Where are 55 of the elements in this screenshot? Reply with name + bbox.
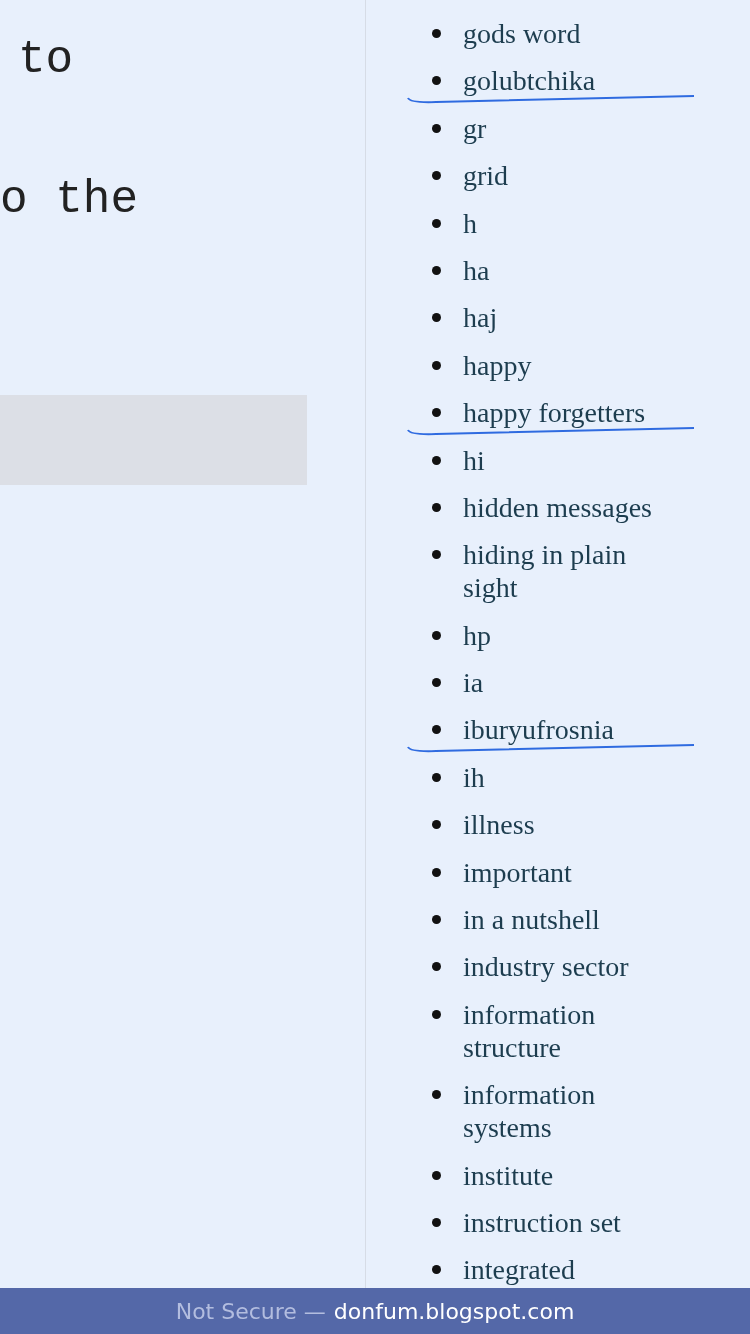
bullet-icon xyxy=(432,1170,441,1180)
bullet-icon xyxy=(432,1009,441,1019)
bullet-icon xyxy=(432,1218,441,1227)
bullet-icon xyxy=(432,725,441,735)
bullet-icon xyxy=(432,360,441,370)
label-link[interactable]: important xyxy=(463,855,572,889)
label-link[interactable]: grid xyxy=(463,159,509,193)
bullet-icon xyxy=(432,962,441,972)
bullet-icon xyxy=(432,76,441,86)
bullet-icon xyxy=(432,502,441,512)
label-link[interactable]: institute xyxy=(463,1158,554,1192)
label-link[interactable]: hp xyxy=(463,618,491,652)
bullet-icon xyxy=(432,408,441,418)
bullet-icon xyxy=(432,678,441,688)
label-link[interactable]: hi xyxy=(463,443,485,477)
label-link[interactable]: ia xyxy=(463,666,484,700)
bullet-icon xyxy=(432,29,441,38)
label-link[interactable]: haj xyxy=(463,301,498,335)
label-link[interactable]: happy xyxy=(463,348,532,382)
label-link[interactable]: industry sector xyxy=(463,950,629,984)
label-link[interactable]: h xyxy=(463,206,477,240)
bullet-icon xyxy=(432,313,441,323)
label-link[interactable]: in a nutshell xyxy=(463,903,600,937)
label-link[interactable]: hiding in plain sight xyxy=(463,538,670,605)
bullet-icon xyxy=(432,867,441,877)
bullet-icon xyxy=(432,123,441,133)
label-link[interactable]: golubtchika xyxy=(463,64,596,98)
domain-text: donfum.blogspot.com xyxy=(333,1298,575,1324)
label-link[interactable]: happy forgetters xyxy=(463,396,646,430)
label-link[interactable]: iburyufrosnia xyxy=(463,713,614,747)
label-link[interactable]: hidden messages xyxy=(463,490,652,524)
label-link[interactable]: information structure xyxy=(463,997,670,1064)
label-link[interactable]: information systems xyxy=(463,1078,670,1145)
label-link[interactable]: gr xyxy=(463,111,487,145)
label-link[interactable]: integrated xyxy=(463,1253,575,1287)
security-label: Not Secure — xyxy=(175,1298,326,1324)
label-link[interactable]: illness xyxy=(463,808,535,842)
code-text: to xyxy=(18,33,74,88)
bullet-icon xyxy=(432,1265,441,1275)
code-text: o the xyxy=(0,173,139,228)
bullet-icon xyxy=(432,915,441,925)
bullet-icon xyxy=(432,218,441,228)
address-bar[interactable]: Not Secure — donfum.blogspot.com xyxy=(0,1288,750,1334)
bullet-icon xyxy=(432,455,441,465)
bullet-icon xyxy=(432,550,441,560)
label-link[interactable]: gods word xyxy=(463,17,581,50)
bullet-icon xyxy=(432,820,441,830)
bullet-icon xyxy=(432,171,441,181)
label-link[interactable]: ih xyxy=(463,760,485,794)
label-link[interactable]: ha xyxy=(463,253,490,287)
label-link[interactable]: instruction set xyxy=(463,1206,621,1239)
bullet-icon xyxy=(432,772,441,782)
bullet-icon xyxy=(432,1090,441,1100)
bullet-icon xyxy=(432,265,441,275)
bullet-icon xyxy=(432,630,441,640)
